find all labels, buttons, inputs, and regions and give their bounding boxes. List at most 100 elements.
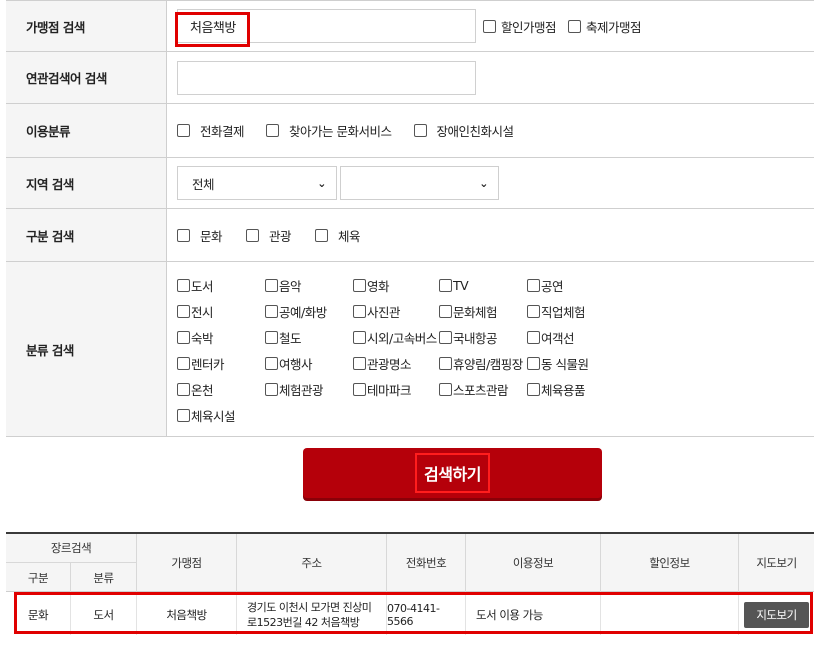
checkbox-box[interactable] bbox=[527, 382, 540, 396]
class-option[interactable]: 체육용품 bbox=[527, 380, 615, 399]
class-option-label: 철도 bbox=[279, 330, 302, 346]
checkbox-box[interactable] bbox=[177, 278, 190, 292]
category-option-label: 관광 bbox=[269, 228, 292, 244]
address-header: 주소 bbox=[237, 534, 387, 592]
class-option[interactable]: 테마파크 bbox=[353, 380, 439, 399]
chevron-down-icon: ⌄ bbox=[317, 176, 326, 190]
class-option-label: 동 식물원 bbox=[541, 356, 589, 372]
class-option[interactable]: 스포츠관람 bbox=[439, 380, 527, 399]
category-option-sports[interactable]: 체육 bbox=[315, 226, 361, 245]
category-option-label: 체육 bbox=[338, 228, 361, 244]
related-search-label: 연관검색어 검색 bbox=[6, 52, 167, 103]
checkbox-box[interactable] bbox=[527, 278, 540, 292]
checkbox-box[interactable] bbox=[439, 356, 452, 370]
checkbox-box[interactable] bbox=[483, 19, 496, 33]
discount-store-checkbox[interactable]: 할인가맹점 bbox=[483, 17, 557, 36]
checkbox-box[interactable] bbox=[353, 382, 366, 396]
checkbox-box[interactable] bbox=[265, 382, 278, 396]
usage-option-accessible[interactable]: 장애인친화시설 bbox=[413, 121, 514, 140]
checkbox-box[interactable] bbox=[353, 356, 366, 370]
chevron-down-icon: ⌄ bbox=[479, 176, 488, 190]
category-option-tourism[interactable]: 관광 bbox=[246, 226, 292, 245]
checkbox-box[interactable] bbox=[527, 356, 540, 370]
checkbox-box[interactable] bbox=[177, 124, 190, 137]
festival-store-checkbox[interactable]: 축제가맹점 bbox=[568, 17, 642, 36]
checkbox-box[interactable] bbox=[177, 330, 190, 344]
usage-option-visit[interactable]: 찾아가는 문화서비스 bbox=[266, 121, 392, 140]
class-option[interactable]: TV bbox=[439, 276, 527, 295]
checkbox-box[interactable] bbox=[246, 228, 260, 242]
class-option[interactable]: 공예/화방 bbox=[265, 302, 353, 321]
checkbox-box[interactable] bbox=[266, 124, 280, 137]
checkbox-box[interactable] bbox=[177, 408, 190, 422]
class-option[interactable]: 여행사 bbox=[265, 354, 353, 373]
checkbox-box[interactable] bbox=[177, 356, 190, 370]
checkbox-box[interactable] bbox=[265, 356, 278, 370]
checkbox-box[interactable] bbox=[439, 382, 452, 396]
checkbox-box[interactable] bbox=[353, 304, 366, 318]
checkbox-box[interactable] bbox=[439, 278, 452, 292]
checkbox-box[interactable] bbox=[527, 330, 540, 344]
checkbox-box[interactable] bbox=[353, 278, 366, 292]
class-option[interactable]: 체육시설 bbox=[177, 406, 265, 425]
class-option[interactable]: 숙박 bbox=[177, 328, 265, 347]
class-option-label: 직업체험 bbox=[541, 304, 586, 320]
class-option[interactable]: 철도 bbox=[265, 328, 353, 347]
checkbox-box[interactable] bbox=[265, 278, 278, 292]
class-option[interactable]: 시외/고속버스 bbox=[353, 328, 439, 347]
class-row: 분류 검색 도서 음악 영화 TV 공연 전시 공예/화방 사진관 문화체험 직… bbox=[6, 262, 814, 437]
class-option[interactable]: 공연 bbox=[527, 276, 615, 295]
category-label: 구분 검색 bbox=[6, 209, 167, 261]
checkbox-box[interactable] bbox=[315, 228, 329, 242]
division-cell: 문화 bbox=[6, 594, 71, 635]
region-label: 지역 검색 bbox=[6, 158, 167, 208]
related-search-input[interactable] bbox=[177, 60, 476, 95]
checkbox-box[interactable] bbox=[265, 304, 278, 318]
region-select[interactable]: 전체 ⌄ bbox=[177, 166, 337, 200]
class-option[interactable]: 관광명소 bbox=[353, 354, 439, 373]
store-header: 가맹점 bbox=[137, 534, 237, 592]
address-cell: 경기도 이천시 모가면 진상미 로1523번길 42 처음책방 bbox=[237, 594, 387, 635]
map-view-button[interactable]: 지도보기 bbox=[744, 601, 809, 628]
class-option[interactable]: 문화체험 bbox=[439, 302, 527, 321]
class-option[interactable]: 온천 bbox=[177, 380, 265, 399]
checkbox-box[interactable] bbox=[265, 330, 278, 344]
class-option-label: 관광명소 bbox=[367, 356, 412, 372]
checkbox-box[interactable] bbox=[413, 124, 427, 137]
region-sub-select[interactable]: ⌄ bbox=[340, 166, 499, 200]
class-option[interactable]: 국내항공 bbox=[439, 328, 527, 347]
class-option[interactable]: 도서 bbox=[177, 276, 265, 295]
class-option[interactable]: 여객선 bbox=[527, 328, 615, 347]
address-line: 로1523번길 42 처음책방 bbox=[247, 615, 360, 629]
class-option[interactable]: 전시 bbox=[177, 302, 265, 321]
class-option-label: 시외/고속버스 bbox=[367, 330, 437, 346]
usage-option-phone[interactable]: 전화결제 bbox=[177, 121, 245, 140]
search-button[interactable]: 검색하기 bbox=[303, 448, 602, 498]
class-option[interactable]: 렌터카 bbox=[177, 354, 265, 373]
checkbox-box[interactable] bbox=[353, 330, 366, 344]
class-option-label: 음악 bbox=[279, 278, 302, 294]
related-search-row: 연관검색어 검색 bbox=[6, 52, 814, 104]
checkbox-box[interactable] bbox=[439, 304, 452, 318]
table-row[interactable]: 문화 도서 처음책방 경기도 이천시 모가면 진상미 로1523번길 42 처음… bbox=[6, 594, 814, 635]
class-option[interactable]: 직업체험 bbox=[527, 302, 615, 321]
class-option[interactable]: 음악 bbox=[265, 276, 353, 295]
checkbox-box[interactable] bbox=[527, 304, 540, 318]
checkbox-box[interactable] bbox=[568, 19, 582, 33]
festival-store-label: 축제가맹점 bbox=[586, 19, 642, 35]
class-option[interactable]: 휴양림/캠핑장 bbox=[439, 354, 527, 373]
store-search-input[interactable]: 처음책방 bbox=[177, 9, 476, 43]
store-search-label: 가맹점 검색 bbox=[6, 1, 167, 51]
checkbox-box[interactable] bbox=[177, 382, 190, 396]
class-option[interactable]: 동 식물원 bbox=[527, 354, 615, 373]
checkbox-box[interactable] bbox=[177, 304, 190, 318]
division-header: 구분 bbox=[6, 563, 71, 592]
category-option-culture[interactable]: 문화 bbox=[177, 226, 223, 245]
checkbox-box[interactable] bbox=[439, 330, 452, 344]
checkbox-box[interactable] bbox=[177, 228, 190, 242]
usage-cell: 도서 이용 가능 bbox=[466, 594, 601, 635]
genre-search-header: 장르검색 bbox=[6, 534, 137, 563]
class-option[interactable]: 영화 bbox=[353, 276, 439, 295]
class-option[interactable]: 사진관 bbox=[353, 302, 439, 321]
class-option[interactable]: 체험관광 bbox=[265, 380, 353, 399]
